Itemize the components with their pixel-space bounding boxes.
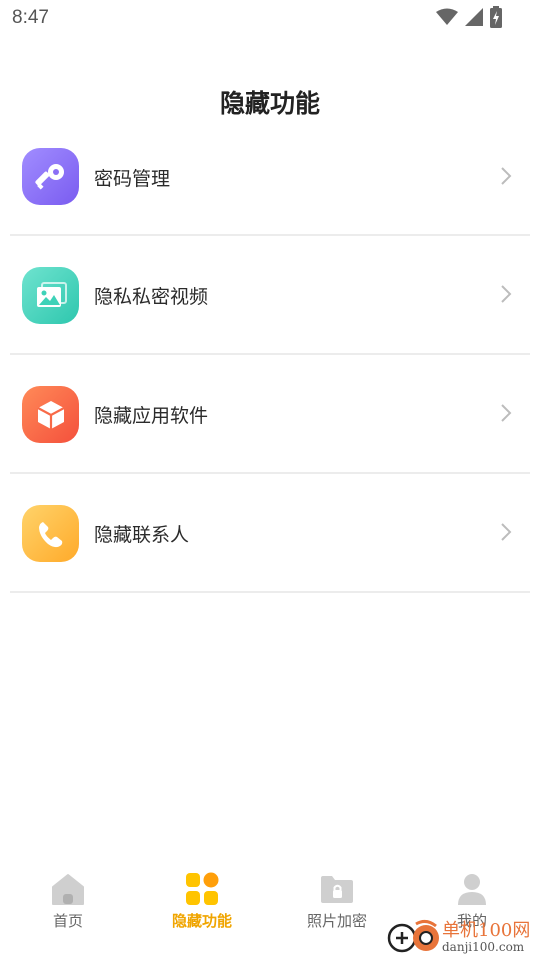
menu-item-label: 隐藏应用软件 [94, 405, 209, 427]
phone-icon [22, 505, 79, 562]
tab-photo-encrypt[interactable]: 照片加密 [287, 872, 387, 931]
wifi-icon [436, 8, 458, 25]
site-watermark: 单机100网 danji100.com [386, 914, 536, 958]
status-bar: 8:47 [0, 0, 540, 36]
status-time: 8:47 [12, 7, 49, 28]
menu-item-hidden-apps[interactable]: 隐藏应用软件 [10, 355, 530, 474]
watermark-logo-icon [387, 919, 439, 953]
watermark-url: danji100.com [442, 940, 525, 954]
menu-item-label: 隐私私密视频 [94, 286, 209, 308]
photo-icon [22, 267, 79, 324]
grid-icon [186, 872, 219, 905]
tab-hidden-features[interactable]: 隐藏功能 [152, 872, 252, 931]
chevron-right-icon [501, 404, 512, 422]
home-icon [52, 874, 84, 905]
menu-item-label: 密码管理 [94, 168, 171, 190]
battery-icon [490, 6, 502, 28]
locked-folder-icon [321, 876, 353, 903]
page-title: 隐藏功能 [219, 89, 320, 118]
box-icon [22, 386, 79, 443]
feature-menu-list: 密码管理 隐私私密视频 隐藏应用软件 隐藏联系人 [10, 118, 530, 593]
menu-item-private-video[interactable]: 隐私私密视频 [10, 236, 530, 355]
chevron-right-icon [501, 167, 512, 185]
menu-item-label: 隐藏联系人 [94, 524, 190, 546]
status-icons [436, 6, 502, 28]
chevron-right-icon [501, 285, 512, 303]
person-icon [458, 874, 486, 905]
key-icon [22, 148, 79, 205]
tab-home[interactable]: 首页 [18, 872, 118, 931]
tab-label: 照片加密 [306, 912, 367, 930]
menu-item-hidden-contacts[interactable]: 隐藏联系人 [10, 474, 530, 593]
menu-item-password-manager[interactable]: 密码管理 [10, 118, 530, 236]
tab-label: 首页 [52, 912, 83, 930]
cell-signal-icon [465, 8, 483, 26]
watermark-title: 单机100网 [442, 920, 531, 941]
tab-label: 隐藏功能 [171, 912, 232, 930]
chevron-right-icon [501, 523, 512, 541]
